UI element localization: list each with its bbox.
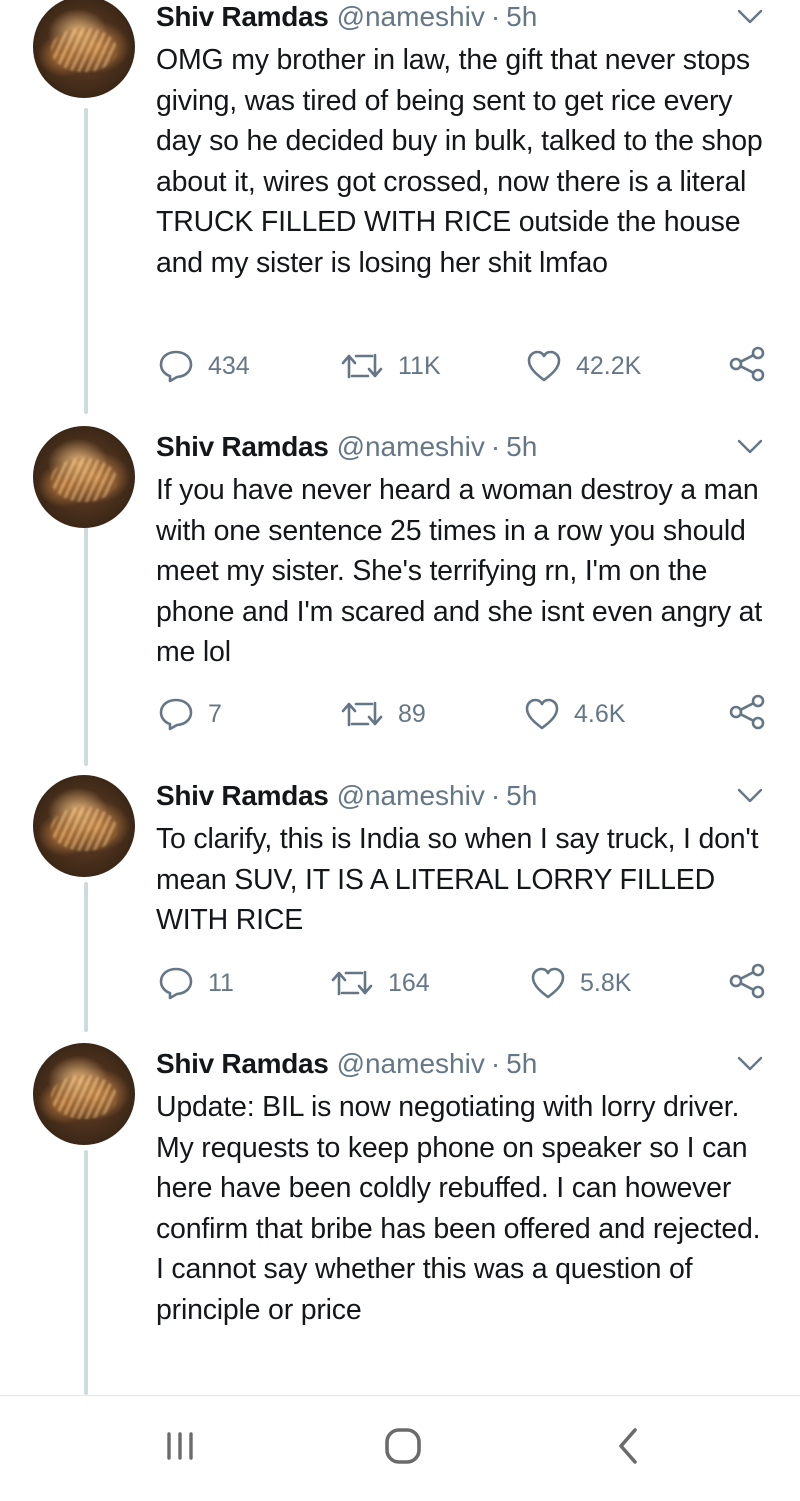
separator-dot: · xyxy=(490,1048,501,1079)
tweet-text: To clarify, this is India so when I say … xyxy=(156,823,759,936)
tweet[interactable]: Shiv Ramdas @nameshiv · 5h If you have neve… xyxy=(0,426,800,770)
share-button[interactable] xyxy=(728,963,766,1003)
back-icon xyxy=(613,1426,643,1471)
reply-icon xyxy=(158,966,194,1000)
avatar[interactable] xyxy=(33,426,135,528)
tweet-text: If you have never heard a woman destroy … xyxy=(156,474,763,668)
heart-icon xyxy=(526,349,562,383)
tweet-text: OMG my brother in law, the gift that nev… xyxy=(156,44,763,279)
reply-button[interactable]: 11 xyxy=(158,963,234,1003)
tweet[interactable]: Shiv Ramdas @nameshiv · 5h To clarify, this… xyxy=(0,775,800,1034)
timestamp[interactable]: 5h xyxy=(506,431,537,462)
retweet-icon xyxy=(330,968,374,998)
like-button[interactable]: 5.8K xyxy=(530,963,631,1003)
timestamp[interactable]: 5h xyxy=(506,1048,537,1079)
author-handle[interactable]: @nameshiv xyxy=(337,780,485,811)
reply-button[interactable]: 434 xyxy=(158,346,250,386)
avatar[interactable] xyxy=(33,1043,135,1145)
share-icon xyxy=(728,694,766,735)
home-icon xyxy=(383,1426,423,1471)
tweet-actions: 11 164 5.8K xyxy=(0,963,800,1003)
retweet-button[interactable]: 89 xyxy=(340,694,426,734)
share-icon xyxy=(728,346,766,387)
tweet-header: Shiv Ramdas @nameshiv · 5h xyxy=(156,430,537,464)
reply-count: 434 xyxy=(208,351,250,380)
chevron-down-icon[interactable] xyxy=(730,1049,770,1079)
author-handle[interactable]: @nameshiv xyxy=(337,1048,485,1079)
heart-icon xyxy=(524,697,560,731)
share-icon xyxy=(728,963,766,1004)
chevron-down-icon[interactable] xyxy=(730,2,770,32)
author-handle[interactable]: @nameshiv xyxy=(337,1,485,32)
retweet-button[interactable]: 11K xyxy=(340,346,441,386)
recents-button[interactable] xyxy=(120,1396,240,1501)
back-button[interactable] xyxy=(568,1396,688,1501)
separator-dot: · xyxy=(490,1,501,32)
reply-icon xyxy=(158,697,194,731)
avatar[interactable] xyxy=(33,775,135,877)
tweet-text: Update: BIL is now negotiating with lorr… xyxy=(156,1091,761,1326)
reply-count: 11 xyxy=(208,968,234,997)
avatar[interactable] xyxy=(33,0,135,98)
like-count: 42.2K xyxy=(576,351,642,380)
tweet-header: Shiv Ramdas @nameshiv · 5h xyxy=(156,779,537,813)
tweet-thread: Shiv Ramdas @nameshiv · 5h OMG my brother i… xyxy=(0,0,800,1395)
author-name[interactable]: Shiv Ramdas xyxy=(156,1048,329,1079)
home-button[interactable] xyxy=(343,1396,463,1501)
retweet-button[interactable]: 164 xyxy=(330,963,430,1003)
tweet-actions: 7 89 4.6K xyxy=(0,694,800,734)
retweet-count: 164 xyxy=(388,968,430,997)
like-count: 4.6K xyxy=(574,699,626,728)
tweet[interactable]: Shiv Ramdas @nameshiv · 5h OMG my brother i… xyxy=(0,0,800,420)
chevron-down-icon[interactable] xyxy=(730,432,770,462)
tweet-header: Shiv Ramdas @nameshiv · 5h xyxy=(156,0,537,34)
timestamp[interactable]: 5h xyxy=(506,1,537,32)
timestamp[interactable]: 5h xyxy=(506,780,537,811)
share-button[interactable] xyxy=(728,694,766,734)
like-count: 5.8K xyxy=(580,968,632,997)
tweet-header: Shiv Ramdas @nameshiv · 5h xyxy=(156,1047,537,1081)
author-name[interactable]: Shiv Ramdas xyxy=(156,780,329,811)
heart-icon xyxy=(530,966,566,1000)
author-handle[interactable]: @nameshiv xyxy=(337,431,485,462)
like-button[interactable]: 4.6K xyxy=(524,694,625,734)
reply-count: 7 xyxy=(208,699,222,728)
retweet-icon xyxy=(340,351,384,381)
system-nav-bar xyxy=(0,1395,800,1501)
author-name[interactable]: Shiv Ramdas xyxy=(156,1,329,32)
reply-icon xyxy=(158,349,194,383)
recents-icon xyxy=(162,1428,198,1469)
retweet-icon xyxy=(340,699,384,729)
like-button[interactable]: 42.2K xyxy=(526,346,641,386)
tweet-actions: 434 11K 42.2K xyxy=(0,346,800,386)
chevron-down-icon[interactable] xyxy=(730,781,770,811)
retweet-count: 89 xyxy=(398,699,426,728)
tweet[interactable]: Shiv Ramdas @nameshiv · 5h Update: BIL is n… xyxy=(0,1043,800,1395)
author-name[interactable]: Shiv Ramdas xyxy=(156,431,329,462)
separator-dot: · xyxy=(490,431,501,462)
reply-button[interactable]: 7 xyxy=(158,694,222,734)
separator-dot: · xyxy=(490,780,501,811)
retweet-count: 11K xyxy=(398,351,441,380)
share-button[interactable] xyxy=(728,346,766,386)
